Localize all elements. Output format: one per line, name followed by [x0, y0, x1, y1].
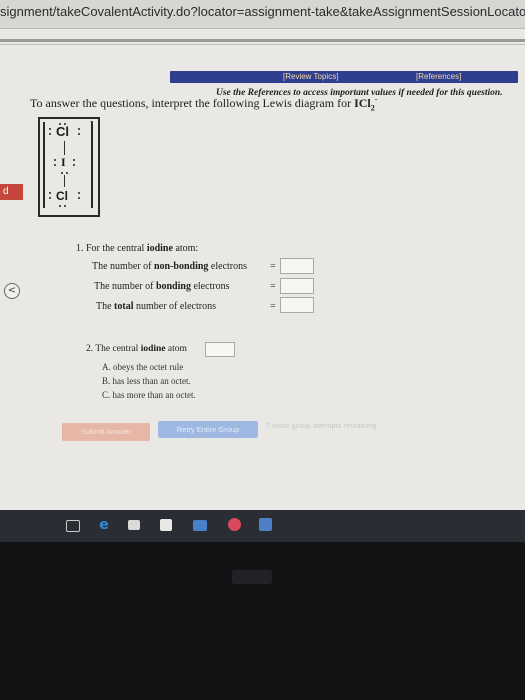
q1-row-bonding: The number of bonding electrons	[94, 281, 230, 292]
formula-charge: -	[374, 95, 378, 104]
q1-row2-suffix: electrons	[190, 281, 230, 292]
edge-icon[interactable]: e	[97, 518, 111, 532]
lone-pair-dot	[66, 172, 68, 174]
lone-pair-dot	[61, 172, 63, 174]
lewis-diagram: Cl I Cl	[38, 117, 100, 217]
files-icon[interactable]	[193, 520, 207, 531]
review-topics-link[interactable]: [Review Topics]	[283, 71, 338, 83]
references-link[interactable]: [References]	[416, 71, 461, 83]
q1-row3-suffix: number of electrons	[133, 301, 216, 312]
side-tab[interactable]: d	[0, 184, 23, 200]
question-1-heading: 1. For the central iodine atom:	[76, 243, 198, 254]
lone-pair-dot	[73, 164, 75, 166]
q1-row-total: The total number of electrons	[96, 301, 216, 312]
q1-row1-bold: non-bonding	[153, 261, 209, 272]
q1-row3-prefix: The	[96, 301, 115, 312]
q1-row1-suffix: electrons	[208, 261, 248, 272]
q1-equals-2: =	[270, 281, 276, 292]
address-bar[interactable]: signment/takeCovalentActivity.do?locator…	[0, 0, 525, 29]
lone-pair-dot	[78, 197, 80, 199]
option-a[interactable]: A. obeys the octet rule	[102, 362, 183, 372]
taskbar: e	[0, 510, 525, 542]
references-bar	[170, 71, 518, 83]
lone-pair-dot	[73, 159, 75, 161]
lone-pair-dot	[64, 123, 66, 125]
lewis-atom-bottom: Cl	[56, 189, 68, 203]
option-c[interactable]: C. has more than an octet.	[102, 390, 196, 400]
q1-row-nonbonding: The number of non-bonding electrons	[92, 261, 247, 272]
octet-answer-input[interactable]	[205, 342, 235, 357]
bonding-electrons-input[interactable]	[280, 278, 314, 294]
q2-heading-suffix: atom	[165, 344, 187, 354]
lewis-atom-top: Cl	[56, 124, 69, 139]
q1-equals-3: =	[270, 301, 276, 312]
q1-equals-1: =	[270, 261, 276, 272]
lone-pair-dot	[64, 205, 66, 207]
lone-pair-dot	[78, 192, 80, 194]
q1-row2-bold: bonding	[155, 281, 191, 292]
formula-main: ICl	[354, 96, 371, 110]
chrome-icon[interactable]	[228, 518, 241, 531]
q1-heading-prefix: 1. For the central	[76, 243, 147, 254]
lone-pair-dot	[59, 123, 61, 125]
lone-pair-dot	[54, 164, 56, 166]
retry-group-button[interactable]: Retry Entire Group	[158, 421, 258, 438]
lone-pair-dot	[49, 197, 51, 199]
task-view-icon[interactable]	[66, 520, 80, 532]
lone-pair-dot	[54, 159, 56, 161]
q1-row1-prefix: The number of	[92, 261, 154, 272]
intro-text: To answer the questions, interpret the f…	[30, 95, 377, 112]
intro-label: To answer the questions, interpret the f…	[30, 96, 355, 110]
q1-row3-bold: total	[114, 301, 134, 312]
total-electrons-input[interactable]	[280, 297, 314, 313]
bond-line-top	[64, 141, 65, 155]
lone-pair-dot	[49, 192, 51, 194]
q1-heading-suffix: atom:	[172, 243, 199, 254]
url-text[interactable]: signment/takeCovalentActivity.do?locator…	[0, 4, 525, 19]
nonbonding-electrons-input[interactable]	[280, 258, 314, 274]
store-icon[interactable]	[128, 520, 140, 530]
option-b[interactable]: B. has less than an octet.	[102, 376, 191, 386]
attempts-remaining: 7 more group attempts remaining	[266, 421, 377, 430]
header-divider-thin	[0, 44, 525, 45]
lone-pair-dot	[78, 128, 80, 130]
q1-row2-prefix: The number of	[94, 281, 156, 292]
lone-pair-dot	[49, 128, 51, 130]
q1-heading-bold: iodine	[146, 243, 173, 254]
app-icon[interactable]	[259, 518, 272, 531]
formula-subscript: 2	[370, 103, 375, 113]
calendar-icon[interactable]	[160, 519, 172, 531]
lone-pair-dot	[49, 133, 51, 135]
question-2-heading: 2. The central iodine atom	[86, 344, 187, 354]
submit-answer-button[interactable]: Submit Answer	[62, 423, 150, 441]
collapse-arrow-icon[interactable]: <	[4, 283, 20, 299]
lone-pair-dot	[78, 133, 80, 135]
bond-line-bottom	[64, 175, 65, 187]
lewis-atom-center: I	[61, 155, 66, 169]
q2-heading-bold: iodine	[140, 344, 166, 354]
lone-pair-dot	[59, 205, 61, 207]
lewis-charge: -	[90, 116, 94, 127]
monitor-bezel	[0, 542, 525, 700]
monitor-logo	[232, 570, 272, 584]
q2-heading-prefix: 2. The central	[86, 344, 141, 354]
header-divider	[0, 39, 525, 42]
question-page: [Review Topics] [References] Use the Ref…	[0, 29, 525, 515]
